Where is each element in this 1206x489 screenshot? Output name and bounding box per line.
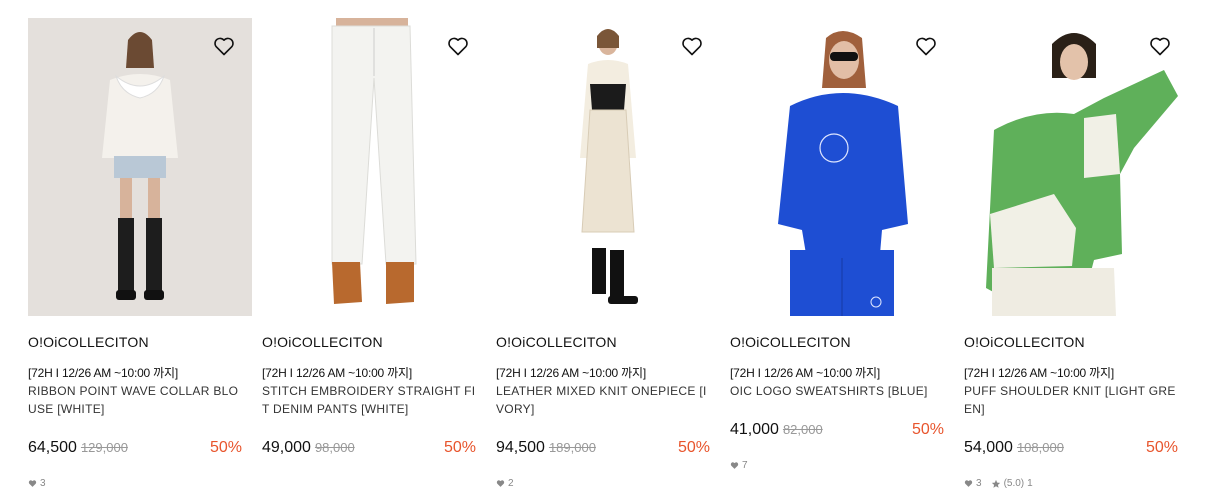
like-count-value: 3: [976, 478, 982, 489]
sale-price: 54,000: [964, 439, 1013, 456]
product-image[interactable]: [730, 18, 954, 316]
promo-label: [72H I 12/26 AM ~10:00 까지]: [496, 366, 646, 380]
like-count: 3: [28, 478, 46, 489]
original-price: 98,000: [314, 440, 355, 455]
original-price: 108,000: [1016, 440, 1064, 455]
sale-price: 64,500: [28, 439, 77, 456]
like-and-rating: 3 (5.0) 1: [964, 478, 1033, 489]
product-card[interactable]: O!OiCOLLECITON [72H I 12/26 AM ~10:00 까지…: [262, 18, 486, 456]
wishlist-heart-icon[interactable]: [680, 34, 704, 58]
promo-label: [72H I 12/26 AM ~10:00 까지]: [28, 366, 178, 380]
price-row: 41,000 82,000 50%: [730, 421, 944, 441]
product-card[interactable]: O!OiCOLLECITON [72H I 12/26 AM ~10:00 까지…: [964, 18, 1188, 489]
review-count: 1: [1027, 478, 1033, 489]
price-row: 49,000 98,000 50%: [262, 439, 476, 459]
product-image[interactable]: [262, 18, 486, 316]
like-count-value: 7: [742, 460, 748, 471]
promo-label: [72H I 12/26 AM ~10:00 까지]: [262, 366, 412, 380]
promo-label: [72H I 12/26 AM ~10:00 까지]: [964, 366, 1114, 380]
wishlist-heart-icon[interactable]: [446, 34, 470, 58]
heart-filled-icon: [496, 480, 505, 487]
product-image[interactable]: [964, 18, 1188, 316]
product-name[interactable]: LEATHER MIXED KNIT ONEPIECE [IVORY]: [496, 382, 710, 418]
like-count: 2: [496, 478, 514, 489]
wishlist-heart-icon[interactable]: [1148, 34, 1172, 58]
star-icon: [991, 479, 1000, 488]
brand-name[interactable]: O!OiCOLLECITON: [262, 334, 383, 350]
sale-price: 49,000: [262, 439, 311, 456]
wishlist-heart-icon[interactable]: [212, 34, 236, 58]
discount-rate: 50%: [209, 439, 242, 456]
product-grid: O!OiCOLLECITON [72H I 12/26 AM ~10:00 까지…: [0, 0, 1206, 489]
product-card[interactable]: O!OiCOLLECITON [72H I 12/26 AM ~10:00 까지…: [496, 18, 720, 489]
brand-name[interactable]: O!OiCOLLECITON: [964, 334, 1085, 350]
product-name[interactable]: RIBBON POINT WAVE COLLAR BLOUSE [WHITE]: [28, 382, 242, 418]
heart-filled-icon: [28, 480, 37, 487]
discount-rate: 50%: [443, 439, 476, 456]
price-row: 64,500 129,000 50%: [28, 439, 242, 459]
rating-value: (5.0): [1003, 478, 1025, 489]
price-row: 94,500 189,000 50%: [496, 439, 710, 459]
brand-name[interactable]: O!OiCOLLECITON: [730, 334, 851, 350]
price-row: 54,000 108,000 50%: [964, 439, 1178, 459]
product-image[interactable]: [496, 18, 720, 316]
product-name[interactable]: PUFF SHOULDER KNIT [LIGHT GREEN]: [964, 382, 1178, 418]
product-name[interactable]: STITCH EMBROIDERY STRAIGHT FIT DENIM PAN…: [262, 382, 476, 418]
like-count-value: 3: [40, 478, 46, 489]
product-card[interactable]: O!OiCOLLECITON [72H I 12/26 AM ~10:00 까지…: [28, 18, 252, 489]
heart-filled-icon: [730, 462, 739, 469]
discount-rate: 50%: [1145, 439, 1178, 456]
product-name[interactable]: OIC LOGO SWEATSHIRTS [BLUE]: [730, 382, 944, 400]
original-price: 82,000: [782, 422, 823, 437]
product-card[interactable]: O!OiCOLLECITON [72H I 12/26 AM ~10:00 까지…: [730, 18, 954, 471]
brand-name[interactable]: O!OiCOLLECITON: [28, 334, 149, 350]
sale-price: 94,500: [496, 439, 545, 456]
heart-filled-icon: [964, 480, 973, 487]
original-price: 129,000: [80, 440, 128, 455]
like-count: 7: [730, 460, 748, 471]
like-count-value: 2: [508, 478, 514, 489]
brand-name[interactable]: O!OiCOLLECITON: [496, 334, 617, 350]
promo-label: [72H I 12/26 AM ~10:00 까지]: [730, 366, 880, 380]
discount-rate: 50%: [677, 439, 710, 456]
sale-price: 41,000: [730, 421, 779, 438]
original-price: 189,000: [548, 440, 596, 455]
wishlist-heart-icon[interactable]: [914, 34, 938, 58]
product-image[interactable]: [28, 18, 252, 316]
discount-rate: 50%: [911, 421, 944, 438]
